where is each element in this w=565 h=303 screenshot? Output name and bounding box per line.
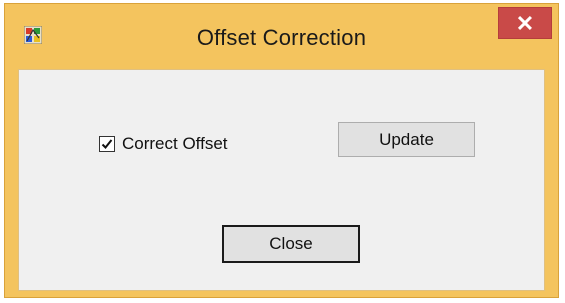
dialog-client-area: Correct Offset Update Close: [18, 69, 545, 291]
window-title: Offset Correction: [196, 25, 367, 50]
title-bar[interactable]: Offset Correction ✕: [5, 4, 558, 61]
checkmark-icon: [101, 139, 113, 149]
close-icon: ✕: [515, 11, 535, 36]
close-window-button[interactable]: ✕: [498, 7, 552, 39]
correct-offset-checkbox[interactable]: [99, 136, 115, 152]
update-button[interactable]: Update: [338, 122, 475, 157]
correct-offset-label[interactable]: Correct Offset: [122, 134, 228, 154]
close-button[interactable]: Close: [222, 225, 360, 263]
dialog-window: Offset Correction ✕ Correct Offset Updat…: [4, 3, 559, 298]
correct-offset-option[interactable]: Correct Offset: [99, 133, 228, 155]
